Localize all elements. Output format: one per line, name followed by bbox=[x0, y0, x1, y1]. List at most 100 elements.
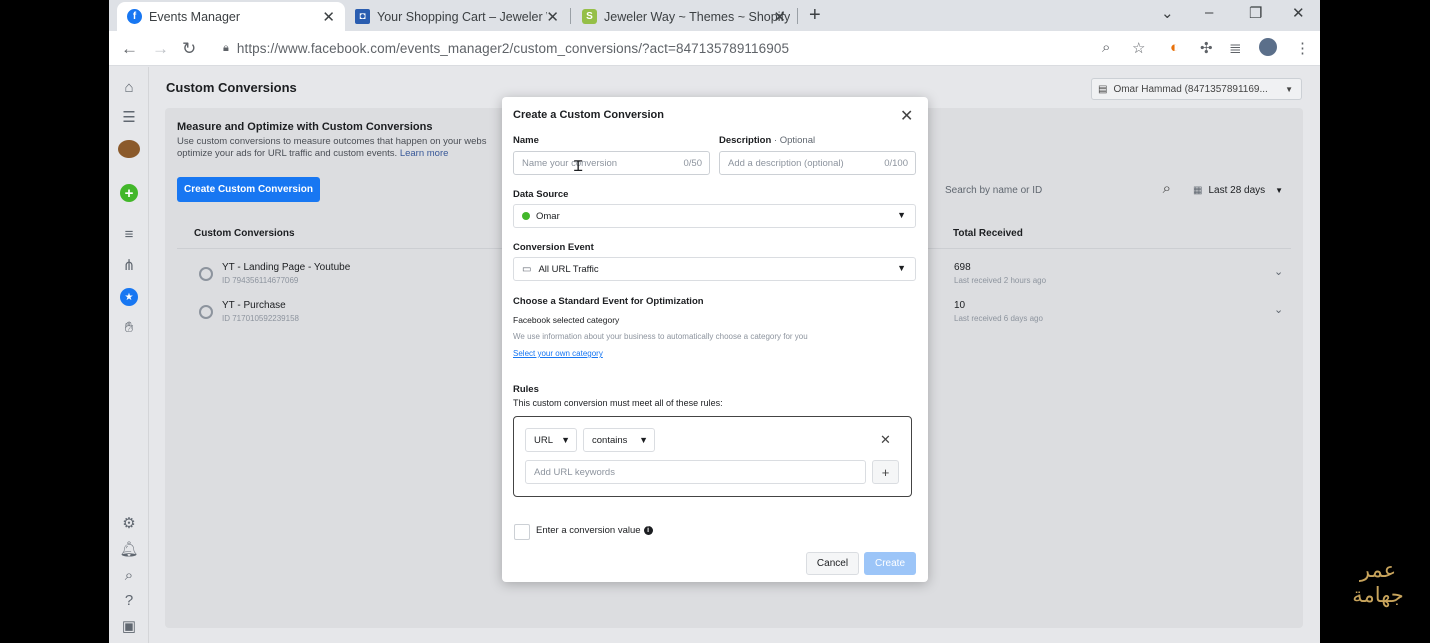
rule-operator-select[interactable]: contains ▼ bbox=[583, 428, 655, 452]
browser-window-icon: ▭ bbox=[522, 263, 532, 275]
tab-events-manager[interactable]: f Events Manager ✕ bbox=[117, 2, 345, 31]
facebook-icon: f bbox=[127, 9, 142, 24]
conversion-event-select[interactable]: ▭ All URL Traffic ▼ bbox=[513, 257, 916, 281]
media-queue-icon[interactable]: ≣ bbox=[1229, 39, 1242, 57]
profile-avatar[interactable] bbox=[1259, 38, 1277, 56]
chevron-down-icon[interactable]: ⌄ bbox=[1274, 303, 1283, 316]
total-received: 10 bbox=[954, 300, 966, 311]
browser-window: f Events Manager ✕ ◘ Your Shopping Cart … bbox=[109, 0, 1320, 643]
reload-icon[interactable]: ↻ bbox=[182, 39, 196, 59]
data-source-label: Data Source bbox=[513, 189, 569, 200]
category-info-text: We use information about your business t… bbox=[513, 332, 808, 341]
star-icon[interactable]: ☆ bbox=[1132, 39, 1145, 57]
column-header-total[interactable]: Total Received bbox=[953, 228, 1023, 239]
name-field[interactable]: Name your conversion 0/50 bbox=[513, 151, 710, 175]
account-name: Omar Hammad (8471357891169... bbox=[1113, 83, 1268, 95]
kebab-menu-icon[interactable]: ⋮ bbox=[1295, 39, 1310, 57]
data-sources-icon[interactable]: ⋔ bbox=[120, 256, 138, 274]
status-dot bbox=[522, 212, 530, 220]
menu-icon[interactable]: ☰ bbox=[120, 108, 138, 126]
business-avatar[interactable] bbox=[118, 140, 140, 158]
tab-title: Events Manager bbox=[149, 9, 241, 24]
shop-icon: ◘ bbox=[355, 9, 370, 24]
add-keyword-button[interactable]: + bbox=[872, 460, 899, 484]
window-close-icon[interactable]: ✕ bbox=[1292, 4, 1305, 22]
data-source-select[interactable]: Omar ▼ bbox=[513, 204, 916, 228]
selected-category-text: Facebook selected category bbox=[513, 315, 620, 325]
select-category-link[interactable]: Select your own category bbox=[513, 349, 603, 358]
watermark-line2: جهامة bbox=[1352, 583, 1404, 607]
conversion-value-checkbox[interactable] bbox=[514, 524, 530, 540]
address-bar[interactable]: 🔒︎ https://www.facebook.com/events_manag… bbox=[213, 35, 1153, 62]
list-icon[interactable]: ≡ bbox=[120, 225, 138, 243]
info-icon[interactable]: i bbox=[643, 526, 653, 535]
search-icon[interactable]: ⌕ bbox=[120, 566, 138, 584]
url-keywords-input[interactable]: Add URL keywords bbox=[525, 460, 866, 484]
tab-shopify[interactable]: S Jeweler Way ~ Themes ~ Shopify ✕ bbox=[572, 2, 796, 31]
description-field[interactable]: Add a description (optional) 0/100 bbox=[719, 151, 916, 175]
partner-icon[interactable]: ✋︎ bbox=[120, 318, 138, 336]
restore-icon[interactable]: ❐ bbox=[1249, 4, 1262, 22]
page-title: Custom Conversions bbox=[166, 80, 297, 95]
conversion-name[interactable]: YT - Purchase bbox=[222, 300, 286, 311]
account-selector[interactable]: ▤ Omar Hammad (8471357891169... ▼ bbox=[1091, 78, 1302, 100]
intro-text-line1: Use custom conversions to measure outcom… bbox=[177, 136, 487, 147]
create-custom-conversion-button[interactable]: Create Custom Conversion bbox=[177, 177, 320, 202]
conversion-name[interactable]: YT - Landing Page - Youtube bbox=[222, 262, 350, 273]
close-icon[interactable]: ✕ bbox=[546, 8, 559, 26]
search-icon: ⌕ bbox=[1162, 180, 1171, 197]
column-header-name[interactable]: Custom Conversions bbox=[194, 228, 295, 239]
chevron-down-icon: ▼ bbox=[897, 263, 906, 273]
notifications-bell-icon[interactable]: 🔔︎ bbox=[119, 540, 138, 558]
zoom-icon[interactable]: ⌕ bbox=[1102, 39, 1110, 56]
cancel-button[interactable]: Cancel bbox=[806, 552, 859, 575]
rules-description: This custom conversion must meet all of … bbox=[513, 398, 723, 408]
settings-gear-icon[interactable]: ⚙ bbox=[120, 514, 138, 532]
home-icon[interactable]: ⌂ bbox=[120, 78, 138, 96]
standard-event-label: Choose a Standard Event for Optimization bbox=[513, 296, 704, 307]
minimize-icon[interactable]: – bbox=[1205, 4, 1213, 21]
shopify-icon: S bbox=[582, 9, 597, 24]
intro-text-line2: optimize your ads for URL traffic and cu… bbox=[177, 148, 398, 159]
tab-divider bbox=[570, 8, 571, 24]
tab-shopping-cart[interactable]: ◘ Your Shopping Cart – Jeweler Wa ✕ bbox=[345, 2, 569, 31]
learn-more-link[interactable]: Learn more bbox=[400, 148, 449, 159]
rule-field-select[interactable]: URL ▼ bbox=[525, 428, 577, 452]
date-range-label: Last 28 days bbox=[1208, 184, 1266, 196]
close-icon[interactable]: ✕ bbox=[773, 8, 786, 26]
lock-icon: 🔒︎ bbox=[223, 42, 229, 54]
create-custom-conversion-dialog: Create a Custom Conversion ✕ Name Name y… bbox=[502, 97, 928, 582]
help-icon[interactable]: ? bbox=[120, 591, 138, 609]
url-text: https://www.facebook.com/events_manager2… bbox=[236, 41, 790, 56]
chevron-down-icon: ▼ bbox=[1275, 185, 1284, 195]
chevron-down-icon: ▼ bbox=[897, 210, 906, 220]
watermark-line1: عمر bbox=[1359, 558, 1397, 582]
optional-text: · Optional bbox=[771, 135, 816, 146]
intro-text: Use custom conversions to measure outcom… bbox=[177, 136, 507, 160]
close-icon[interactable]: ✕ bbox=[322, 8, 335, 26]
search-input[interactable]: Search by name or ID ⌕ bbox=[937, 178, 1177, 202]
new-tab-button[interactable]: + bbox=[809, 4, 821, 27]
layout-icon[interactable]: ▣ bbox=[120, 617, 138, 635]
text-cursor-icon: Ɪ bbox=[574, 158, 583, 175]
search-placeholder: Search by name or ID bbox=[945, 184, 1043, 196]
tab-title: Jeweler Way ~ Themes ~ Shopify bbox=[604, 9, 791, 24]
extensions-puzzle-icon[interactable]: ✣ bbox=[1200, 39, 1213, 57]
add-icon[interactable]: + bbox=[120, 184, 138, 202]
conversion-id: ID 717010592239158 bbox=[222, 314, 299, 323]
close-icon[interactable]: ✕ bbox=[900, 106, 913, 126]
last-received: Last received 6 days ago bbox=[954, 314, 1043, 323]
chevron-down-icon: ▼ bbox=[1285, 84, 1293, 94]
extension-color-icon[interactable]: ◐ bbox=[1170, 39, 1179, 56]
description-char-count: 0/100 bbox=[884, 158, 908, 169]
back-arrow-icon[interactable]: ← bbox=[121, 39, 138, 59]
remove-rule-icon[interactable]: ✕ bbox=[880, 432, 891, 448]
date-range-selector[interactable]: ▦ Last 28 days ▼ bbox=[1187, 178, 1293, 202]
forward-arrow-icon[interactable]: → bbox=[152, 39, 169, 59]
create-button[interactable]: Create bbox=[864, 552, 916, 575]
rule-editor: URL ▼ contains ▼ ✕ Add URL keywords + bbox=[513, 416, 912, 497]
conversion-value-text: Enter a conversion value bbox=[536, 525, 641, 536]
tab-search-chevron-icon[interactable]: ⌄ bbox=[1161, 4, 1174, 22]
chevron-down-icon[interactable]: ⌄ bbox=[1274, 265, 1283, 278]
custom-conversions-icon[interactable]: ★ bbox=[120, 288, 138, 306]
